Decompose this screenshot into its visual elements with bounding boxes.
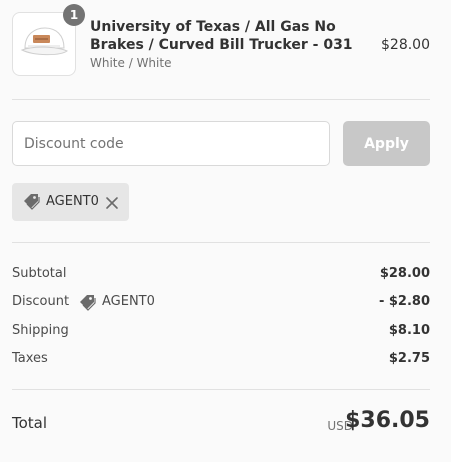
discount-code-input[interactable] (12, 121, 330, 166)
applied-discount-chip: AGENT0 (12, 183, 129, 221)
total-label: Total (12, 414, 48, 432)
total-value: $36.05 (345, 408, 430, 433)
taxes-value: $2.75 (388, 351, 430, 366)
product-variant: White / White (90, 56, 172, 70)
tag-icon (78, 294, 96, 316)
tag-icon (22, 193, 40, 215)
shipping-label: Shipping (12, 323, 69, 338)
discount-value: - $2.80 (378, 294, 430, 309)
shipping-value: $8.10 (388, 323, 430, 338)
taxes-label: Taxes (12, 351, 48, 366)
applied-discount-code: AGENT0 (46, 194, 99, 209)
trucker-hat-image (20, 27, 68, 56)
shipping-row: Shipping $8.10 (12, 321, 430, 341)
divider (12, 242, 430, 243)
taxes-row: Taxes $2.75 (12, 349, 430, 369)
divider (12, 99, 430, 100)
product-price: $28.00 (381, 37, 430, 53)
discount-code: AGENT0 (102, 294, 155, 309)
apply-button[interactable]: Apply (343, 121, 430, 166)
discount-label: Discount (12, 294, 70, 309)
close-icon[interactable] (105, 195, 119, 214)
cart-line-item: 1 University of Texas / All Gas No Brake… (12, 4, 430, 76)
subtotal-row: Subtotal $28.00 (12, 264, 430, 284)
subtotal-value: $28.00 (379, 266, 430, 281)
discount-row: Discount AGENT0 - $2.80 (12, 292, 430, 312)
divider (12, 389, 430, 390)
product-title: University of Texas / All Gas No Brakes … (90, 19, 353, 53)
quantity-badge: 1 (63, 4, 85, 26)
subtotal-label: Subtotal (12, 266, 67, 281)
